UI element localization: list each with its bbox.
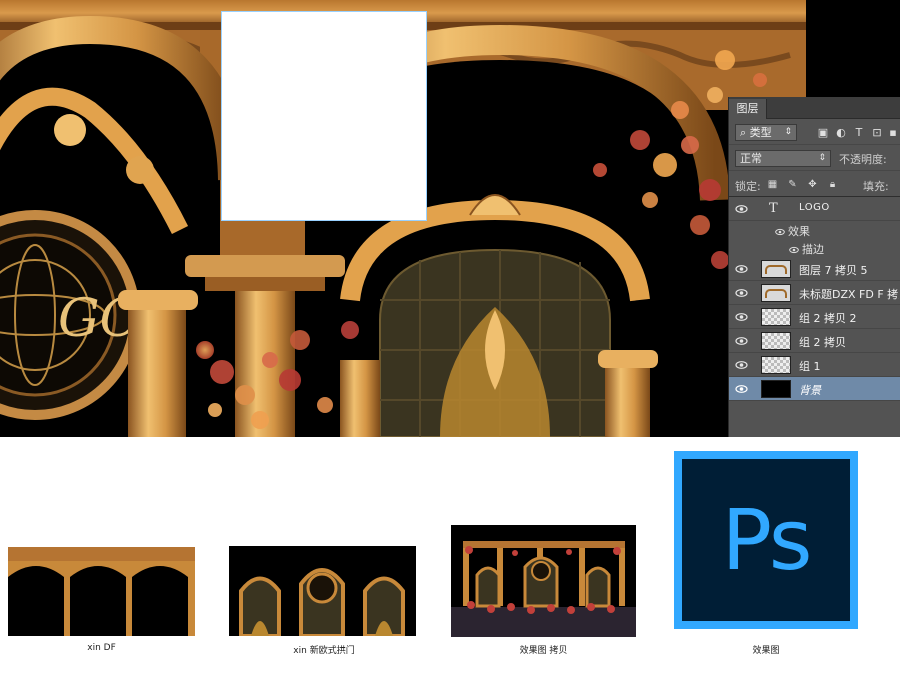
- eye-icon[interactable]: [735, 203, 748, 215]
- eye-icon[interactable]: [735, 311, 748, 323]
- layer-row[interactable]: 图层 7 拷贝 5: [729, 257, 900, 281]
- photoshop-icon-inner: Ps: [682, 459, 850, 621]
- lock-row: 锁定: ▦ ✎ ✥ 🔒︎ 填充:: [729, 171, 900, 197]
- layer-name: 组 1: [799, 360, 821, 373]
- arch-thumbnail-icon: [765, 265, 787, 274]
- layers-list: T LOGO 效果 描边 图层 7 拷贝 5 未标题DZX FD F 拷贝 组 …: [729, 197, 900, 401]
- search-icon: ⌕: [740, 126, 747, 139]
- text-layer-icon: T: [769, 201, 778, 216]
- layer-filter-value: 类型: [749, 126, 772, 139]
- lock-transparent-icon[interactable]: ▦: [767, 179, 778, 190]
- layer-name: 组 2 拷贝: [799, 336, 846, 349]
- layer-filter-row: ⌕ 类型 ⇕ ▣ ◐ T ⊡ ▪: [729, 119, 900, 145]
- adjustment-filter-icon[interactable]: ◐: [835, 127, 847, 138]
- image-filter-icon[interactable]: ▣: [817, 127, 829, 138]
- layers-panel: 图层 ⌕ 类型 ⇕ ▣ ◐ T ⊡ ▪ 正常 ⇕ 不透明度: 锁定: ▦ ✎ ✥: [728, 97, 900, 437]
- layer-thumbnail: [761, 308, 791, 326]
- layer-thumbnail: [761, 332, 791, 350]
- fill-label: 填充:: [863, 180, 889, 193]
- screen: GO 图层 ⌕ 类型 ⇕ ▣ ◐ T ⊡ ▪ 正常 ⇕ 不透明度: 锁定: ▦ …: [0, 0, 900, 683]
- photoshop-icon-text: Ps: [721, 491, 813, 589]
- eye-icon[interactable]: [735, 359, 748, 371]
- selection-frame: [221, 11, 427, 221]
- chevron-updown-icon: ⇕: [784, 127, 792, 137]
- blend-row: 正常 ⇕ 不透明度:: [729, 145, 900, 171]
- layer-name: 组 2 拷贝 2: [799, 312, 857, 325]
- file-thumbnail: [8, 547, 195, 636]
- layer-filter-dropdown[interactable]: ⌕ 类型 ⇕: [735, 124, 797, 141]
- layer-thumbnail: [761, 380, 791, 398]
- layer-row[interactable]: 组 1: [729, 353, 900, 377]
- arch-thumbnail-icon: [765, 289, 787, 298]
- opacity-label: 不透明度:: [839, 153, 887, 166]
- shape-filter-icon[interactable]: ⊡: [871, 127, 883, 138]
- file-thumbnail: [229, 546, 416, 636]
- file-label: 效果图: [752, 646, 780, 656]
- eye-icon[interactable]: [735, 383, 748, 395]
- layer-name: LOGO: [799, 202, 830, 213]
- eye-icon: [775, 228, 785, 236]
- file-label: xin 新欧式拱门: [293, 646, 355, 656]
- file-label: xin DF: [87, 643, 116, 653]
- smart-object-filter-icon[interactable]: ▪: [887, 127, 899, 138]
- eye-icon[interactable]: [735, 335, 748, 347]
- layer-name: 未标题DZX FD F 拷贝: [799, 288, 899, 301]
- layer-thumbnail: [761, 260, 791, 278]
- blend-mode-value: 正常: [740, 152, 762, 165]
- type-filter-icon[interactable]: T: [853, 127, 865, 138]
- eye-icon[interactable]: [735, 287, 748, 299]
- layer-row[interactable]: 组 2 拷贝 2: [729, 305, 900, 329]
- layers-panel-tabbar: 图层: [729, 97, 900, 119]
- lock-all-icon[interactable]: 🔒︎: [827, 179, 838, 190]
- layer-thumbnail: [761, 284, 791, 302]
- layer-row[interactable]: 未标题DZX FD F 拷贝: [729, 281, 900, 305]
- effects-name: 效果: [788, 225, 810, 238]
- eye-icon: [789, 246, 799, 254]
- layer-name: 图层 7 拷贝 5: [799, 264, 868, 277]
- layer-row[interactable]: 组 2 拷贝: [729, 329, 900, 353]
- stroke-effect-name: 描边: [802, 243, 824, 256]
- eye-icon[interactable]: [735, 263, 748, 275]
- lock-paint-icon[interactable]: ✎: [787, 179, 798, 190]
- lock-label: 锁定:: [735, 180, 761, 193]
- chevron-updown-icon: ⇕: [818, 153, 826, 163]
- layer-effect-stroke-label: 描边: [789, 241, 824, 257]
- blend-mode-dropdown[interactable]: 正常 ⇕: [735, 150, 831, 167]
- layer-row-logo[interactable]: T LOGO: [729, 197, 900, 221]
- file-label: 效果图 拷贝: [519, 646, 568, 656]
- lock-move-icon[interactable]: ✥: [807, 179, 818, 190]
- photoshop-icon: Ps: [674, 451, 858, 629]
- tab-layers[interactable]: 图层: [729, 99, 767, 119]
- file-thumbnail: [451, 525, 636, 637]
- layer-name: 背景: [799, 384, 821, 397]
- layer-effect-stroke-row[interactable]: 描边: [729, 239, 900, 257]
- layer-row-background[interactable]: 背景: [729, 377, 900, 401]
- layer-thumbnail: [761, 356, 791, 374]
- layer-effects-row[interactable]: 效果: [729, 221, 900, 239]
- layer-effects-label: 效果: [775, 223, 810, 239]
